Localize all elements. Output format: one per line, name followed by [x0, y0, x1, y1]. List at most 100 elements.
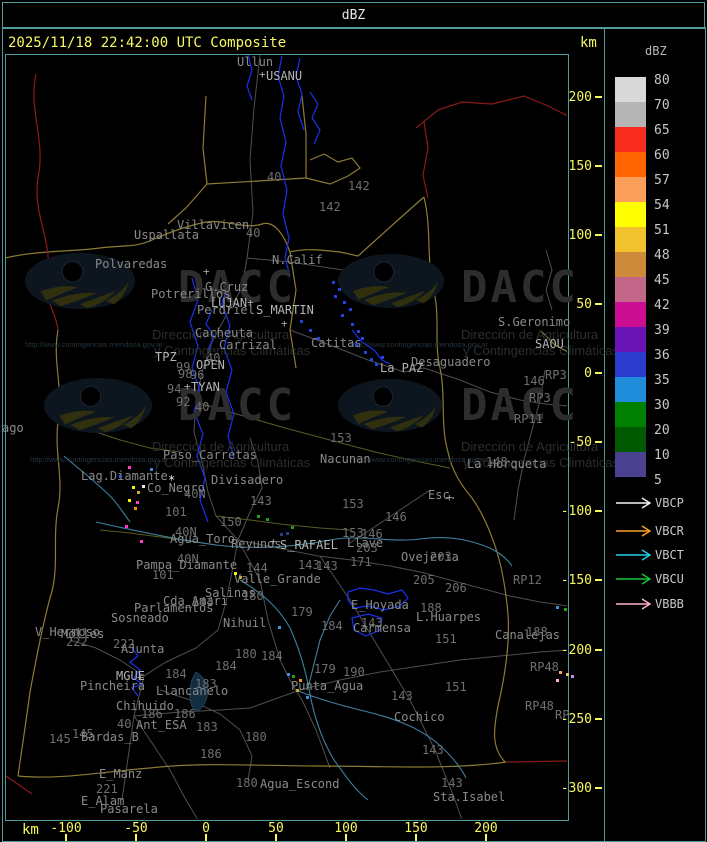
map-label: E_Hoyada: [351, 598, 409, 612]
radar-echo: [361, 337, 364, 340]
map-label: 184: [215, 659, 237, 673]
radar-echo: [332, 281, 335, 284]
colorbar-swatch: [615, 127, 646, 152]
map-label: 190: [343, 665, 365, 679]
radar-echo: [309, 329, 312, 332]
map-label: 146: [385, 510, 407, 524]
legend-arrow-icon: [616, 549, 652, 561]
map-label: RP48: [530, 660, 559, 674]
legend-label: VBCP: [655, 496, 684, 510]
map-label: 180: [242, 589, 264, 603]
x-tick-mark: [415, 834, 417, 841]
colorbar-tick-label: 54: [654, 198, 670, 213]
map-label: S.Geronimo: [498, 315, 571, 329]
y-tick-mark: [595, 649, 602, 651]
map-label: 142: [319, 200, 341, 214]
map-label: S_MARTIN: [256, 303, 314, 317]
radar-echo: [556, 606, 559, 609]
watermark-url: http://www.contingencias.mendoza.gov.ar: [350, 340, 488, 349]
map-label: 94: [167, 382, 182, 396]
radar-echo: [381, 356, 384, 359]
radar-echo: [334, 295, 337, 298]
y-tick-label: 50: [576, 297, 592, 312]
map-label: Ullun: [237, 55, 274, 69]
legend-arrow-icon: [616, 598, 652, 610]
colorbar-swatch: [615, 427, 646, 452]
map-label: Agua_Toro: [170, 532, 236, 546]
colorbar-tick-label: 10: [654, 448, 670, 463]
map-label: Nihuil: [223, 616, 267, 630]
map-label: 142: [348, 179, 370, 193]
map-label: Carmensa: [353, 621, 411, 635]
legend-label: VBCT: [655, 548, 684, 562]
colorbar-tick-label: 51: [654, 223, 670, 238]
y-tick-mark: [595, 96, 602, 98]
colorbar-swatch: [615, 377, 646, 402]
map-label: 203: [430, 550, 452, 564]
radar-echo: [296, 689, 299, 692]
colorbar-swatch: [615, 402, 646, 427]
x-tick-mark: [275, 834, 277, 841]
map-label: Cochico: [394, 710, 445, 724]
radar-echo: [142, 485, 145, 488]
radar-echo: [556, 679, 559, 682]
map-label: N.Calif: [272, 253, 323, 267]
y-tick-mark: [595, 372, 602, 374]
station-marker: +: [184, 380, 191, 393]
y-tick-label: -300: [560, 781, 592, 796]
radar-echo: [343, 301, 346, 304]
map-label: 143: [250, 494, 272, 508]
timestamp-label: 2025/11/18 22:42:00 UTC Composite: [8, 35, 287, 51]
map-label: Desaguadero: [411, 355, 491, 369]
map-label: Uspallata: [134, 228, 200, 242]
radar-echo: [132, 486, 135, 489]
scale-title: dBZ: [645, 44, 667, 58]
km-unit-top: km: [580, 35, 597, 51]
map-label: 183: [196, 720, 218, 734]
map-label: 101: [152, 568, 174, 582]
colorbar-swatch: [615, 277, 646, 302]
radar-echo: [278, 626, 281, 629]
map-label: 180: [235, 647, 257, 661]
legend-label: VBBB: [655, 597, 684, 611]
colorbar-tick-label: 57: [654, 173, 670, 188]
y-tick-mark: [595, 441, 602, 443]
colorbar-swatch: [615, 177, 646, 202]
colorbar-tick-label: 65: [654, 123, 670, 138]
y-tick-mark: [595, 303, 602, 305]
station-marker: +: [446, 491, 453, 504]
colorbar-tick-label: 80: [654, 73, 670, 88]
map-label: 40: [267, 170, 282, 184]
map-label: 205: [413, 573, 435, 587]
map-label: L.Huarpes: [416, 610, 482, 624]
colorbar-tick-label: 60: [654, 148, 670, 163]
colorbar-swatch: [615, 252, 646, 277]
map-label: Valle_Grande: [234, 572, 321, 586]
map-label: 40: [195, 400, 210, 414]
map-label: Llancanelo: [156, 684, 229, 698]
colorbar-swatch: [615, 77, 646, 102]
map-label: 180: [236, 776, 258, 790]
map-label: 179: [314, 662, 336, 676]
map-label: ago: [2, 421, 24, 435]
colorbar-tick-label: 70: [654, 98, 670, 113]
colorbar-tick-label: 5: [654, 473, 662, 488]
map-label: 92: [176, 395, 191, 409]
radar-echo: [564, 608, 567, 611]
colorbar-swatch: [615, 102, 646, 127]
y-tick-mark: [595, 579, 602, 581]
y-tick-label: 200: [568, 90, 592, 105]
map-label: TYAN: [191, 380, 220, 394]
radar-echo: [137, 491, 140, 494]
watermark-url: http://www.contingencias.mendoza.gov.ar: [30, 455, 168, 464]
radar-echo: [306, 696, 309, 699]
map-label: 186: [200, 747, 222, 761]
map-label: 153: [330, 431, 352, 445]
radar-echo: [128, 466, 131, 469]
page-title: dBZ: [2, 2, 705, 29]
map-label: 146: [523, 374, 545, 388]
map-label: RP11: [514, 412, 543, 426]
y-tick-label: 0: [584, 366, 592, 381]
x-tick-mark: [345, 834, 347, 841]
station-marker: +: [281, 317, 288, 330]
